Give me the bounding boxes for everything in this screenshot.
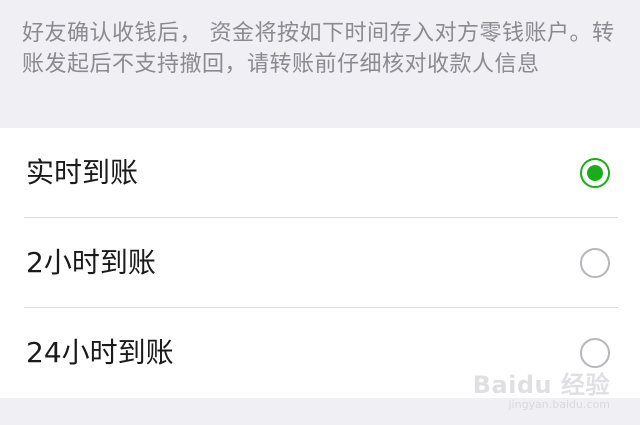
option-label: 2小时到账 (26, 246, 156, 279)
radio-unchecked-icon[interactable] (580, 248, 610, 278)
option-realtime[interactable]: 实时到账 (0, 128, 640, 218)
baidu-watermark: Baidu 经验 jingyan.baidu.com (473, 365, 610, 411)
option-label: 实时到账 (26, 156, 139, 189)
arrival-time-options: 实时到账 2小时到账 24小时到账 (0, 128, 640, 398)
radio-unchecked-icon[interactable] (580, 338, 610, 368)
watermark-logo: Baidu 经验 (472, 371, 610, 399)
notice-text: 好友确认收钱后， 资金将按如下时间存入对方零钱账户。转账发起后不支持撤回，请转账… (22, 21, 615, 77)
radio-checked-icon[interactable] (580, 158, 610, 188)
transfer-notice: 好友确认收钱后， 资金将按如下时间存入对方零钱账户。转账发起后不支持撤回，请转账… (0, 0, 640, 128)
option-label: 24小时到账 (26, 336, 174, 369)
option-2-hours[interactable]: 2小时到账 (0, 218, 640, 308)
